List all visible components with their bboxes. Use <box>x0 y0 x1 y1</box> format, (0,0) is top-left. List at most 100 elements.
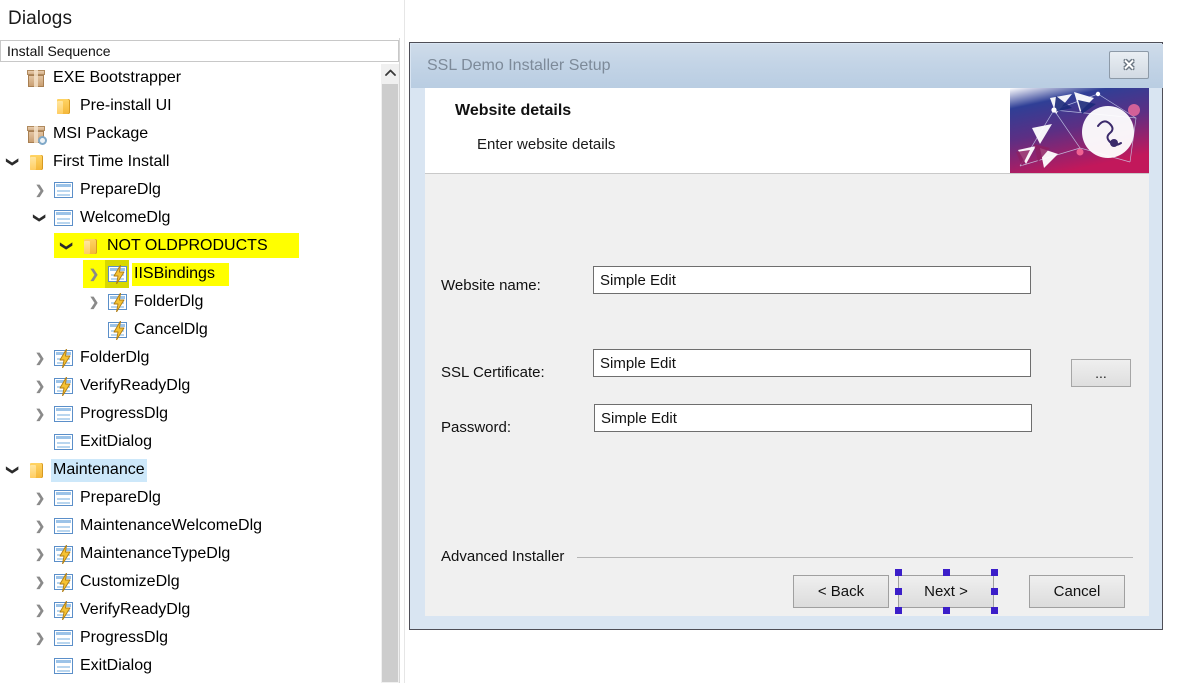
dialog-titlebar: SSL Demo Installer Setup ✕ <box>411 44 1163 88</box>
tree-item-maintenance[interactable]: Maintenance <box>0 456 399 484</box>
chevron-right-icon[interactable] <box>29 400 51 428</box>
tree-item-exitdialog[interactable]: ExitDialog <box>0 428 399 456</box>
tree-item-icon <box>51 92 75 120</box>
chevron-down-icon[interactable] <box>2 456 24 484</box>
tree-item-icon <box>51 512 75 540</box>
tree-item-label: IISBindings <box>132 262 229 286</box>
tree-item-icon <box>105 260 129 288</box>
tree-item-progressdlg[interactable]: ProgressDlg <box>0 624 399 652</box>
tree-item-progressdlg[interactable]: ProgressDlg <box>0 400 399 428</box>
selection-handle-middle-left[interactable] <box>895 588 902 595</box>
dialog-event-icon <box>53 377 73 396</box>
chevron-right-icon[interactable] <box>29 484 51 512</box>
tree-item-exitdialog[interactable]: ExitDialog <box>0 652 399 680</box>
tree-item-icon <box>24 64 48 92</box>
selection-handle-middle-right[interactable] <box>991 588 998 595</box>
tree-item-preparedlg[interactable]: PrepareDlg <box>0 176 399 204</box>
next-button[interactable]: Next > <box>898 575 994 608</box>
tree-item-msi-package[interactable]: MSI Package <box>0 120 399 148</box>
dialog-preview-frame: SSL Demo Installer Setup ✕ Website detai… <box>409 42 1163 630</box>
tree-item-canceldlg[interactable]: CancelDlg <box>0 316 399 344</box>
tree-item-label: FolderDlg <box>80 348 150 366</box>
password-label: Password: <box>441 419 512 436</box>
package-icon <box>27 69 45 87</box>
selection-handle-bottom-left[interactable] <box>895 607 902 614</box>
tree-item-maintenancetypedlg[interactable]: MaintenanceTypeDlg <box>0 540 399 568</box>
selection-handle-top-right[interactable] <box>991 569 998 576</box>
chevron-right-icon[interactable] <box>29 176 51 204</box>
dialog-icon <box>53 490 73 506</box>
tree-item-icon <box>51 204 75 232</box>
selection-handle-bottom-right[interactable] <box>991 607 998 614</box>
password-input[interactable]: Simple Edit <box>594 404 1032 432</box>
website-name-input[interactable]: Simple Edit <box>593 266 1031 294</box>
dialog-icon <box>53 182 73 198</box>
tree-item-verifyreadydlg[interactable]: VerifyReadyDlg <box>0 372 399 400</box>
close-glyph: ✕ <box>1122 56 1136 74</box>
folder-icon <box>56 98 70 114</box>
chevron-right-icon[interactable] <box>29 596 51 624</box>
chevron-right-icon[interactable] <box>29 372 51 400</box>
chevron-right-icon[interactable] <box>83 288 105 316</box>
dialog-header: Website details Enter website details <box>425 88 1149 174</box>
tree-item-exe-bootstrapper[interactable]: EXE Bootstrapper <box>0 64 399 92</box>
chevron-down-icon[interactable] <box>29 204 51 232</box>
panel-divider <box>399 38 400 683</box>
tree-item-label: CancelDlg <box>134 320 208 338</box>
tree-scrollbar[interactable] <box>380 64 399 683</box>
footer-brand-label: Advanced Installer <box>441 548 565 565</box>
tree-item-pre-install-ui[interactable]: Pre-install UI <box>0 92 399 120</box>
chevron-down-icon[interactable] <box>2 148 24 176</box>
ssl-certificate-value: Simple Edit <box>600 354 676 372</box>
dialogs-tree[interactable]: EXE Bootstrapper Pre-install UI MSI Packag… <box>0 64 399 683</box>
dialog-event-icon <box>53 601 73 620</box>
chevron-right-icon[interactable] <box>29 568 51 596</box>
selection-handle-top-center[interactable] <box>943 569 950 576</box>
tree-item-icon <box>51 400 75 428</box>
chevron-right-icon[interactable] <box>29 512 51 540</box>
folder-icon <box>29 462 43 478</box>
tree-item-welcomedlg[interactable]: WelcomeDlg <box>0 204 399 232</box>
msi-package-icon <box>27 125 47 145</box>
close-icon[interactable]: ✕ <box>1109 51 1149 79</box>
header-title: Website details <box>455 102 572 119</box>
dialog-event-icon <box>53 573 73 592</box>
tree-item-customizedlg[interactable]: CustomizeDlg <box>0 568 399 596</box>
tree-item-preparedlg[interactable]: PrepareDlg <box>0 484 399 512</box>
tree-item-icon <box>51 428 75 456</box>
chevron-right-icon[interactable] <box>29 344 51 372</box>
selection-handle-bottom-center[interactable] <box>943 607 950 614</box>
cancel-button[interactable]: Cancel <box>1029 575 1125 608</box>
ssl-certificate-input[interactable]: Simple Edit <box>593 349 1031 377</box>
tree-item-label: FolderDlg <box>134 292 204 310</box>
application-window: Dialogs Install Sequence EXE Bootstrappe… <box>0 0 1193 683</box>
tree-item-iisbindings[interactable]: IISBindings <box>0 260 399 288</box>
selection-handle-top-left[interactable] <box>895 569 902 576</box>
chevron-right-icon[interactable] <box>29 624 51 652</box>
tree-item-label: First Time Install <box>53 152 170 170</box>
tree-item-not-oldproducts[interactable]: NOT OLDPRODUCTS <box>0 232 399 260</box>
back-button[interactable]: < Back <box>793 575 889 608</box>
install-sequence-combobox[interactable]: Install Sequence <box>0 40 399 62</box>
folder-icon <box>83 238 97 254</box>
scrollbar-thumb[interactable] <box>382 84 398 682</box>
scroll-up-arrow[interactable] <box>381 64 399 82</box>
tree-item-icon <box>51 372 75 400</box>
tree-item-label: MaintenanceTypeDlg <box>80 544 231 562</box>
chevron-right-icon[interactable] <box>83 260 105 288</box>
tree-item-label: VerifyReadyDlg <box>80 376 191 394</box>
dialog-event-icon <box>107 293 127 312</box>
browse-button[interactable]: ... <box>1071 359 1131 387</box>
chevron-right-icon[interactable] <box>29 540 51 568</box>
tree-item-verifyreadydlg[interactable]: VerifyReadyDlg <box>0 596 399 624</box>
tree-item-maintenancewelcomedlg[interactable]: MaintenanceWelcomeDlg <box>0 512 399 540</box>
chevron-down-icon[interactable] <box>56 232 78 260</box>
tree-item-folderdlg[interactable]: FolderDlg <box>0 344 399 372</box>
header-subtitle: Enter website details <box>477 136 616 153</box>
tree-item-folderdlg[interactable]: FolderDlg <box>0 288 399 316</box>
tree-item-first-time-install[interactable]: First Time Install <box>0 148 399 176</box>
tree-item-label: PrepareDlg <box>80 488 161 506</box>
tree-item-label: EXE Bootstrapper <box>53 68 182 86</box>
dialog-icon <box>53 518 73 534</box>
